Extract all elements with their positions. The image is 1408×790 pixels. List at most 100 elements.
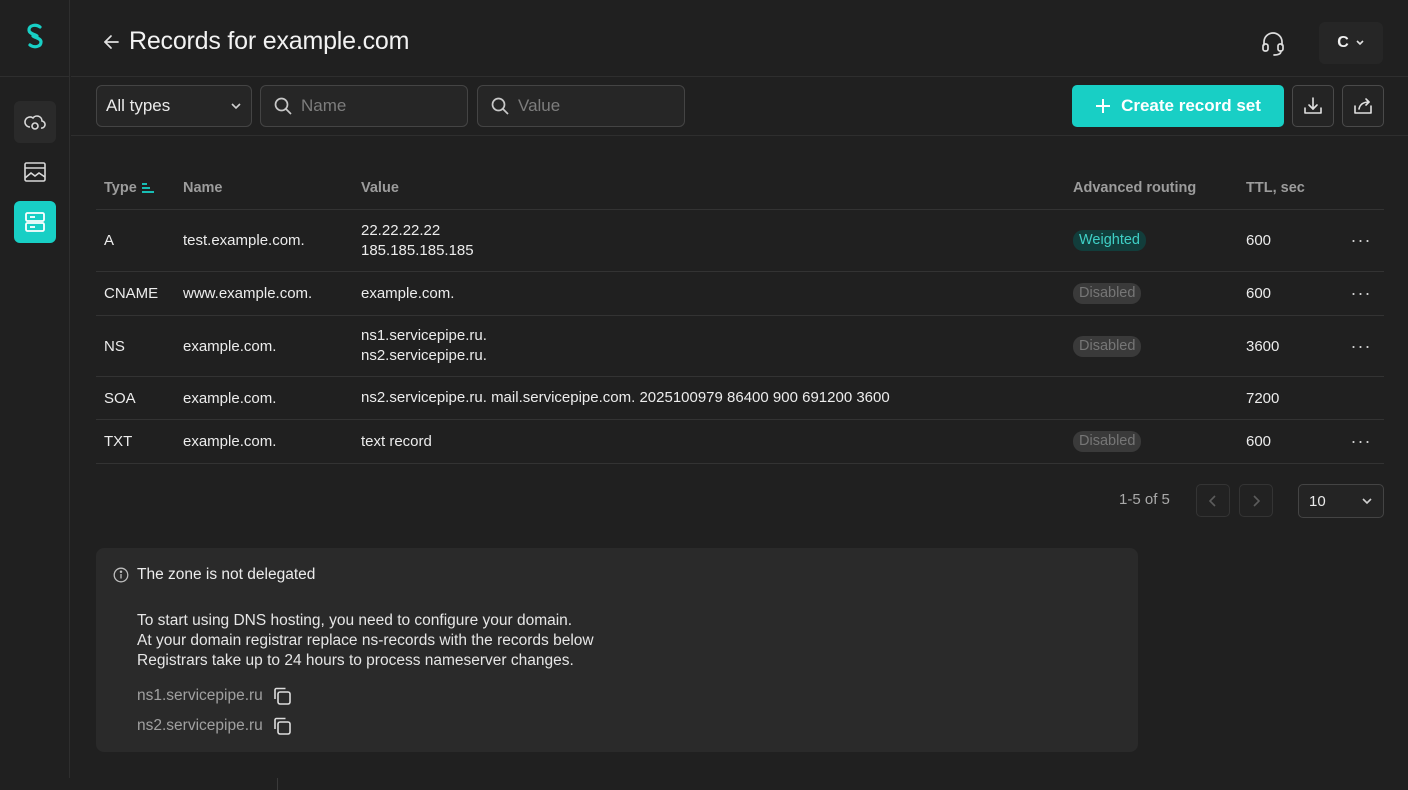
- sidebar-item-media[interactable]: [14, 151, 56, 193]
- table-row[interactable]: SOA example.com. ns2.servicepipe.ru. mai…: [96, 377, 1384, 420]
- record-name: test.example.com.: [183, 232, 305, 249]
- notice-line: To start using DNS hosting, you need to …: [137, 612, 573, 629]
- cloud-network-icon: [23, 115, 46, 130]
- type-filter-value: All types: [106, 96, 171, 115]
- more-options-button[interactable]: ···: [1338, 230, 1384, 251]
- record-value-line: 185.185.185.185: [361, 241, 474, 259]
- account-initial: C: [1337, 34, 1349, 51]
- more-dots-icon: ···: [1350, 283, 1372, 303]
- notice-body: To start using DNS hosting, you need to …: [137, 611, 594, 671]
- create-record-set-label: Create record set: [1121, 96, 1261, 115]
- nameserver-row: ns2.servicepipe.ru: [137, 715, 293, 737]
- column-value: Value: [361, 179, 399, 196]
- record-value-line: ns2.servicepipe.ru.: [361, 347, 487, 364]
- copy-button[interactable]: [271, 685, 293, 707]
- record-value: example.com.: [361, 284, 455, 302]
- routing-cell: Weighted: [1073, 230, 1246, 251]
- chevron-down-icon: [1362, 498, 1372, 505]
- logo-icon[interactable]: [24, 23, 46, 53]
- table-row[interactable]: TXT example.com. text record Disabled 60…: [96, 420, 1384, 464]
- page-size-select[interactable]: 10: [1298, 484, 1384, 518]
- image-frame-icon: [23, 162, 46, 182]
- chevron-right-icon: [1253, 494, 1260, 507]
- status-badge: Disabled: [1073, 283, 1142, 304]
- record-ttl: 600: [1246, 232, 1272, 249]
- export-button[interactable]: [1342, 85, 1384, 127]
- copy-icon: [273, 717, 291, 735]
- support-button[interactable]: [1259, 29, 1287, 57]
- record-type: NS: [104, 337, 125, 355]
- sidebar-item-dns[interactable]: [13, 201, 56, 243]
- record-name: example.com.: [183, 433, 277, 450]
- record-ttl: 600: [1246, 433, 1272, 450]
- more-options-button[interactable]: ···: [1338, 336, 1384, 357]
- import-button[interactable]: [1292, 85, 1334, 127]
- server-icon: [24, 212, 45, 232]
- page-header: Records for example.com C: [71, 0, 1408, 77]
- name-search-input[interactable]: [301, 96, 451, 116]
- records-table: Type Name Value Advanced routing TTL, se…: [96, 166, 1384, 464]
- routing-cell: Disabled: [1073, 335, 1246, 357]
- more-dots-icon: ···: [1350, 335, 1372, 356]
- download-icon: [1304, 97, 1322, 114]
- back-button[interactable]: [101, 30, 123, 54]
- page-title: Records for example.com: [129, 27, 410, 55]
- record-ttl: 600: [1246, 285, 1272, 302]
- value-search-input[interactable]: [518, 96, 668, 116]
- record-ttl: 7200: [1246, 389, 1280, 407]
- table-row[interactable]: A test.example.com. 22.22.22.22 185.185.…: [96, 210, 1384, 272]
- pagination-range: 1-5 of 5: [1119, 491, 1170, 508]
- search-icon: [491, 97, 509, 115]
- divider: [277, 778, 278, 790]
- type-filter-select[interactable]: All types: [96, 85, 252, 127]
- nameserver-value: ns2.servicepipe.ru: [137, 717, 263, 734]
- account-menu-button[interactable]: C: [1319, 22, 1383, 64]
- record-value: ns1.servicepipe.ru. ns2.servicepipe.ru.: [361, 326, 1073, 366]
- create-record-set-button[interactable]: Create record set: [1072, 85, 1284, 127]
- table-row[interactable]: NS example.com. ns1.servicepipe.ru. ns2.…: [96, 316, 1384, 377]
- routing-cell: Disabled: [1073, 431, 1246, 452]
- share-export-icon: [1354, 98, 1372, 114]
- column-type[interactable]: Type: [96, 180, 183, 196]
- record-type: CNAME: [104, 285, 159, 302]
- plus-icon: [1096, 99, 1111, 113]
- toolbar: All types Create record set: [71, 77, 1408, 136]
- notice-title: The zone is not delegated: [137, 566, 316, 583]
- more-dots-icon: ···: [1350, 431, 1372, 451]
- routing-cell: Disabled: [1073, 283, 1246, 304]
- record-type: A: [104, 232, 115, 249]
- nameserver-row: ns1.servicepipe.ru: [137, 685, 293, 707]
- value-search[interactable]: [477, 85, 685, 127]
- record-value: ns2.servicepipe.ru. mail.servicepipe.com…: [361, 389, 890, 406]
- record-value-line: ns1.servicepipe.ru.: [361, 327, 487, 344]
- chevron-left-icon: [1209, 494, 1216, 507]
- next-page-button[interactable]: [1239, 484, 1273, 517]
- notice-line: Registrars take up to 24 hours to proces…: [137, 652, 574, 669]
- more-options-button[interactable]: ···: [1338, 283, 1384, 304]
- table-row[interactable]: CNAME www.example.com. example.com. Disa…: [96, 272, 1384, 316]
- notice-header: The zone is not delegated: [113, 566, 315, 584]
- delegation-notice: The zone is not delegated To start using…: [96, 548, 1138, 752]
- sidebar: [0, 0, 70, 778]
- record-value: 22.22.22.22 185.185.185.185: [361, 221, 1073, 261]
- status-badge: Disabled: [1073, 431, 1142, 452]
- status-badge: Weighted: [1073, 230, 1146, 251]
- name-search[interactable]: [260, 85, 468, 127]
- chevron-down-icon: [1356, 40, 1364, 46]
- more-options-button[interactable]: ···: [1338, 431, 1384, 452]
- record-name: example.com.: [183, 389, 277, 407]
- sort-icon: [141, 182, 154, 193]
- copy-button[interactable]: [271, 715, 293, 737]
- record-name: example.com.: [183, 337, 277, 355]
- sidebar-item-cloud[interactable]: [13, 101, 56, 143]
- prev-page-button[interactable]: [1196, 484, 1230, 517]
- record-ttl: 3600: [1246, 337, 1280, 355]
- record-type: TXT: [104, 433, 133, 450]
- nameserver-value: ns1.servicepipe.ru: [137, 687, 263, 704]
- table-header: Type Name Value Advanced routing TTL, se…: [96, 166, 1384, 210]
- notice-line: At your domain registrar replace ns-reco…: [137, 632, 594, 649]
- status-badge: Disabled: [1073, 335, 1142, 357]
- record-name: www.example.com.: [183, 285, 313, 302]
- column-advanced-routing: Advanced routing: [1073, 179, 1197, 196]
- search-icon: [274, 97, 292, 115]
